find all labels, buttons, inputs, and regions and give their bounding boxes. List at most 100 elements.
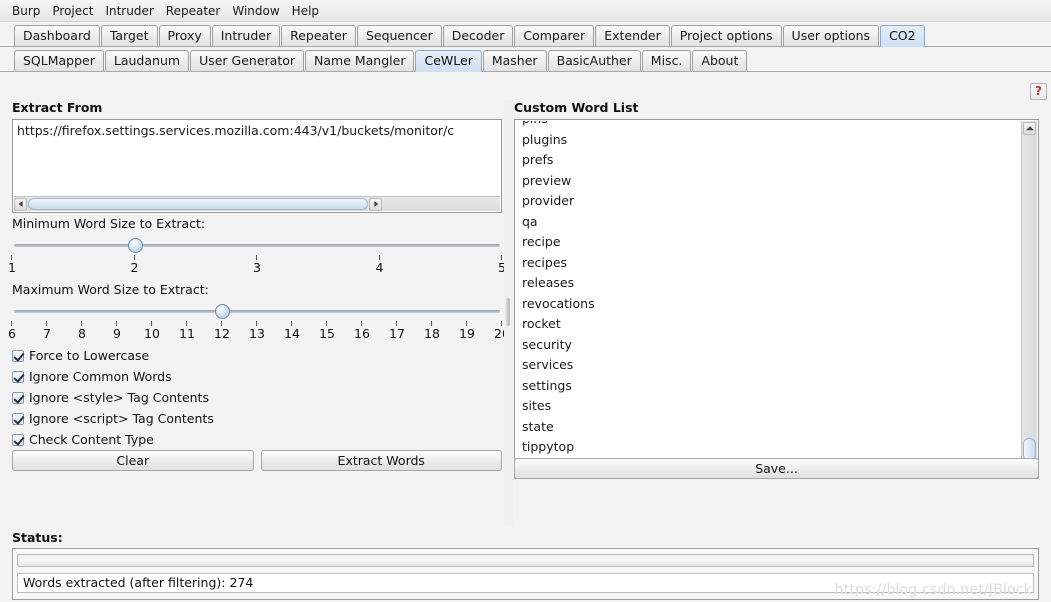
slider-tick: 12 [214,321,230,340]
tab-laudanum[interactable]: Laudanum [104,50,190,71]
word-list-item[interactable]: rocket [516,314,1021,335]
tab-user-generator[interactable]: User Generator [190,50,305,71]
option-label: Check Content Type [29,432,154,447]
tab-about[interactable]: About [692,50,748,71]
tab-target[interactable]: Target [100,25,158,46]
option-row[interactable]: Ignore <script> Tag Contents [12,408,502,429]
tab-dashboard[interactable]: Dashboard [14,25,100,46]
burp-suite-window: Burp Project Intruder Repeater Window He… [0,0,1051,602]
tab-cewler[interactable]: CeWLer [415,50,482,72]
checkbox-checked-icon[interactable] [12,370,24,383]
word-list-box[interactable]: pinspluginsprefspreviewproviderqareciper… [514,119,1039,479]
word-list-item[interactable]: qa [516,212,1021,233]
slider-tick: 4 [376,255,383,274]
word-list-item[interactable]: provider [516,191,1021,212]
word-list-item[interactable]: prefs [516,150,1021,171]
word-list-item[interactable]: preview [516,171,1021,192]
tab-repeater[interactable]: Repeater [281,25,356,46]
word-list-item[interactable]: pins [516,121,1021,130]
word-list-item[interactable]: releases [516,273,1021,294]
slider-tick: 3 [253,255,261,274]
word-list-item[interactable]: settings [516,376,1021,397]
extract-from-textarea[interactable]: https://firefox.settings.services.mozill… [12,119,502,213]
word-list-items: pinspluginsprefspreviewproviderqareciper… [516,121,1021,477]
scroll-left-arrow-icon[interactable] [14,197,27,211]
option-row[interactable]: Ignore Common Words [12,366,502,387]
word-list-item[interactable]: services [516,355,1021,376]
tab-misc[interactable]: Misc. [641,50,692,71]
checkbox-checked-icon[interactable] [12,391,24,404]
left-button-row: Clear Extract Words [12,450,502,471]
menu-item-window[interactable]: Window [226,0,285,22]
tab-decoder[interactable]: Decoder [442,25,514,46]
slider-tick: 2 [131,255,138,274]
option-row[interactable]: Force to Lowercase [12,345,502,366]
word-list-item[interactable]: recipes [516,253,1021,274]
max-slider-track[interactable] [14,310,500,313]
tab-proxy[interactable]: Proxy [158,25,211,46]
split-pane-divider[interactable] [504,100,513,525]
word-list-item[interactable]: tippytop [516,437,1021,458]
min-slider-ticks: 12345 [8,255,506,279]
option-label: Ignore <style> Tag Contents [29,390,209,405]
tab-masher[interactable]: Masher [482,50,547,71]
menu-item-help[interactable]: Help [286,0,325,22]
max-slider-knob[interactable] [215,304,230,319]
scroll-right-arrow-icon[interactable] [369,197,383,211]
tab-comparer[interactable]: Comparer [514,25,595,46]
tab-name-mangler[interactable]: Name Mangler [305,50,415,71]
slider-tick: 9 [113,321,121,340]
menu-item-project[interactable]: Project [46,0,99,22]
word-list-item[interactable]: plugins [516,130,1021,151]
option-row[interactable]: Check Content Type [12,429,502,450]
extract-from-url-value: https://firefox.settings.services.mozill… [17,123,455,138]
custom-word-list-panel: Custom Word List pinspluginsprefspreview… [514,100,1039,479]
split-pane: Extract From https://firefox.settings.se… [0,100,1051,525]
slider-tick: 7 [43,321,51,340]
checkbox-checked-icon[interactable] [12,349,24,362]
tab-co2[interactable]: CO2 [880,25,925,47]
tab-sqlmapper[interactable]: SQLMapper [14,50,104,71]
slider-tick: 19 [459,321,475,340]
divider-grip-icon[interactable] [506,298,510,326]
option-label: Force to Lowercase [29,348,150,363]
checkbox-checked-icon[interactable] [12,412,24,425]
word-list-vertical-scrollbar[interactable] [1021,121,1037,477]
word-list-item[interactable]: security [516,335,1021,356]
option-label: Ignore <script> Tag Contents [29,411,214,426]
max-slider-ticks: 6 7 8 9 10 11 12 13 14 15 16 17 18 19 20 [8,321,510,345]
scroll-up-arrow-icon[interactable] [1023,122,1036,135]
tab-intruder[interactable]: Intruder [211,25,281,46]
min-slider-track[interactable] [14,244,500,247]
tab-sequencer[interactable]: Sequencer [356,25,442,46]
slider-tick: 8 [78,321,86,340]
min-word-size-slider[interactable]: 12345 [8,233,506,279]
option-row[interactable]: Ignore <style> Tag Contents [12,387,502,408]
word-list-item[interactable]: sites [516,396,1021,417]
tab-extender[interactable]: Extender [595,25,670,46]
extract-words-button[interactable]: Extract Words [260,450,502,471]
question-mark-icon[interactable]: ? [1030,83,1047,100]
max-word-size-label: Maximum Word Size to Extract: [12,282,209,297]
checkbox-checked-icon[interactable] [12,433,24,446]
horizontal-scroll-thumb[interactable] [28,198,369,210]
menu-item-burp[interactable]: Burp [6,0,46,22]
menu-item-repeater[interactable]: Repeater [160,0,227,22]
extract-from-horizontal-scrollbar[interactable] [14,196,500,211]
menu-item-intruder[interactable]: Intruder [99,0,159,22]
tab-project-options[interactable]: Project options [670,25,782,46]
clear-button[interactable]: Clear [12,450,254,471]
word-list-item[interactable]: recipe [516,232,1021,253]
slider-tick: 11 [179,321,195,340]
tab-user-options[interactable]: User options [782,25,880,46]
save-button[interactable]: Save... [514,458,1039,479]
slider-tick: 6 [8,321,16,340]
word-list-item[interactable]: state [516,417,1021,438]
min-slider-knob[interactable] [127,238,143,253]
word-list-item[interactable]: revocations [516,294,1021,315]
max-word-size-slider[interactable]: 6 7 8 9 10 11 12 13 14 15 16 17 18 19 20 [8,299,510,345]
slider-tick: 14 [284,321,300,340]
cewler-panel: ? Extract From https://firefox.settings.… [0,78,1051,602]
tab-basicauther[interactable]: BasicAuther [547,50,641,71]
primary-tab-bar: Dashboard Target Proxy Intruder Repeater… [0,22,1051,47]
